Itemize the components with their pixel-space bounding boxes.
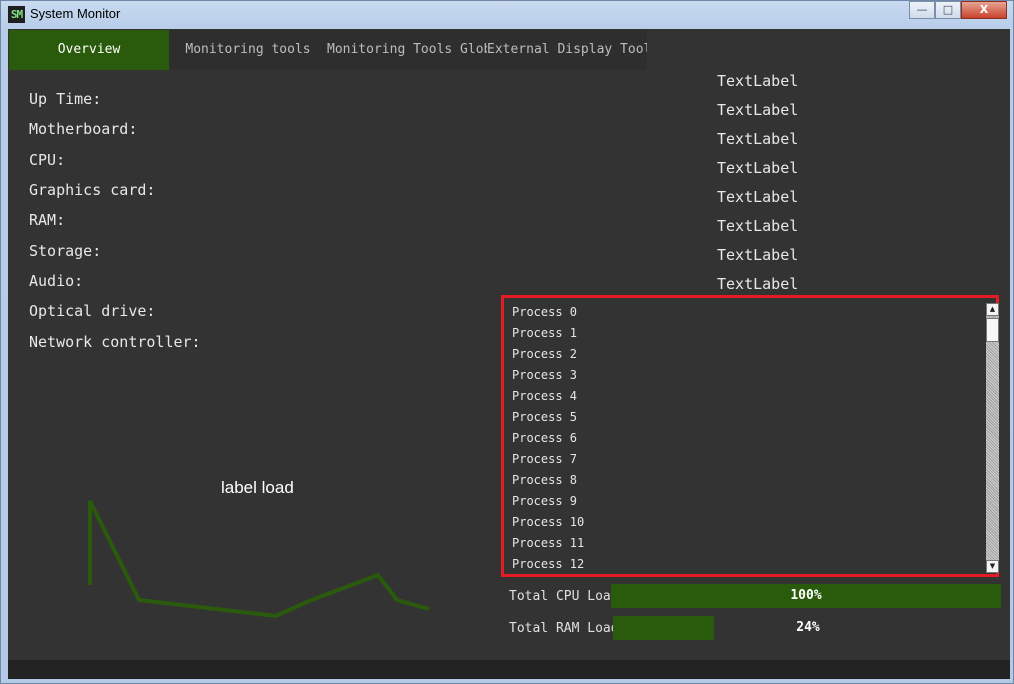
load-line	[88, 500, 430, 619]
list-item[interactable]: Process 10	[512, 512, 584, 533]
app-window: SM System Monitor — □ X Overview Monitor…	[0, 0, 1014, 684]
ram-load-bar: 24%	[613, 616, 1003, 640]
window-title: System Monitor	[30, 6, 121, 21]
total-cpu-label: Total CPU Load	[509, 589, 619, 604]
total-ram-label: Total RAM Load	[509, 621, 619, 636]
window-controls: — □ X	[909, 1, 1007, 19]
scroll-down-icon[interactable]: ▼	[986, 560, 999, 573]
ram-load-value: 24%	[796, 620, 820, 635]
list-item[interactable]: Process 4	[512, 386, 584, 407]
process-scrollbar[interactable]: ▲ ▼	[986, 303, 999, 573]
list-item[interactable]: Process 7	[512, 449, 584, 470]
list-item[interactable]: Process 1	[512, 323, 584, 344]
app-logo-icon: SM	[8, 6, 25, 23]
title-bar[interactable]: SM System Monitor — □ X	[1, 1, 1013, 29]
maximize-button[interactable]: □	[935, 1, 961, 19]
list-item[interactable]: Process 6	[512, 428, 584, 449]
list-item[interactable]: Process 9	[512, 491, 584, 512]
cpu-load-bar: 100%	[611, 584, 1001, 608]
process-list-box[interactable]: Process 0 Process 1 Process 2 Process 3 …	[501, 295, 999, 577]
list-item[interactable]: Process 2	[512, 344, 584, 365]
process-list: Process 0 Process 1 Process 2 Process 3 …	[512, 302, 584, 575]
scroll-thumb[interactable]	[986, 318, 999, 342]
list-item[interactable]: Process 0	[512, 302, 584, 323]
list-item[interactable]: Process 3	[512, 365, 584, 386]
main-panel: Overview Monitoring tools Monitoring Too…	[8, 29, 1010, 679]
list-item[interactable]: Process 8	[512, 470, 584, 491]
close-button[interactable]: X	[961, 1, 1007, 19]
status-bar	[8, 660, 1010, 679]
cpu-load-value: 100%	[790, 588, 822, 603]
minimize-button[interactable]: —	[909, 1, 935, 19]
list-item[interactable]: Process 11	[512, 533, 584, 554]
list-item[interactable]: Process 12	[512, 554, 584, 575]
scroll-up-icon[interactable]: ▲	[986, 303, 999, 316]
list-item[interactable]: Process 5	[512, 407, 584, 428]
